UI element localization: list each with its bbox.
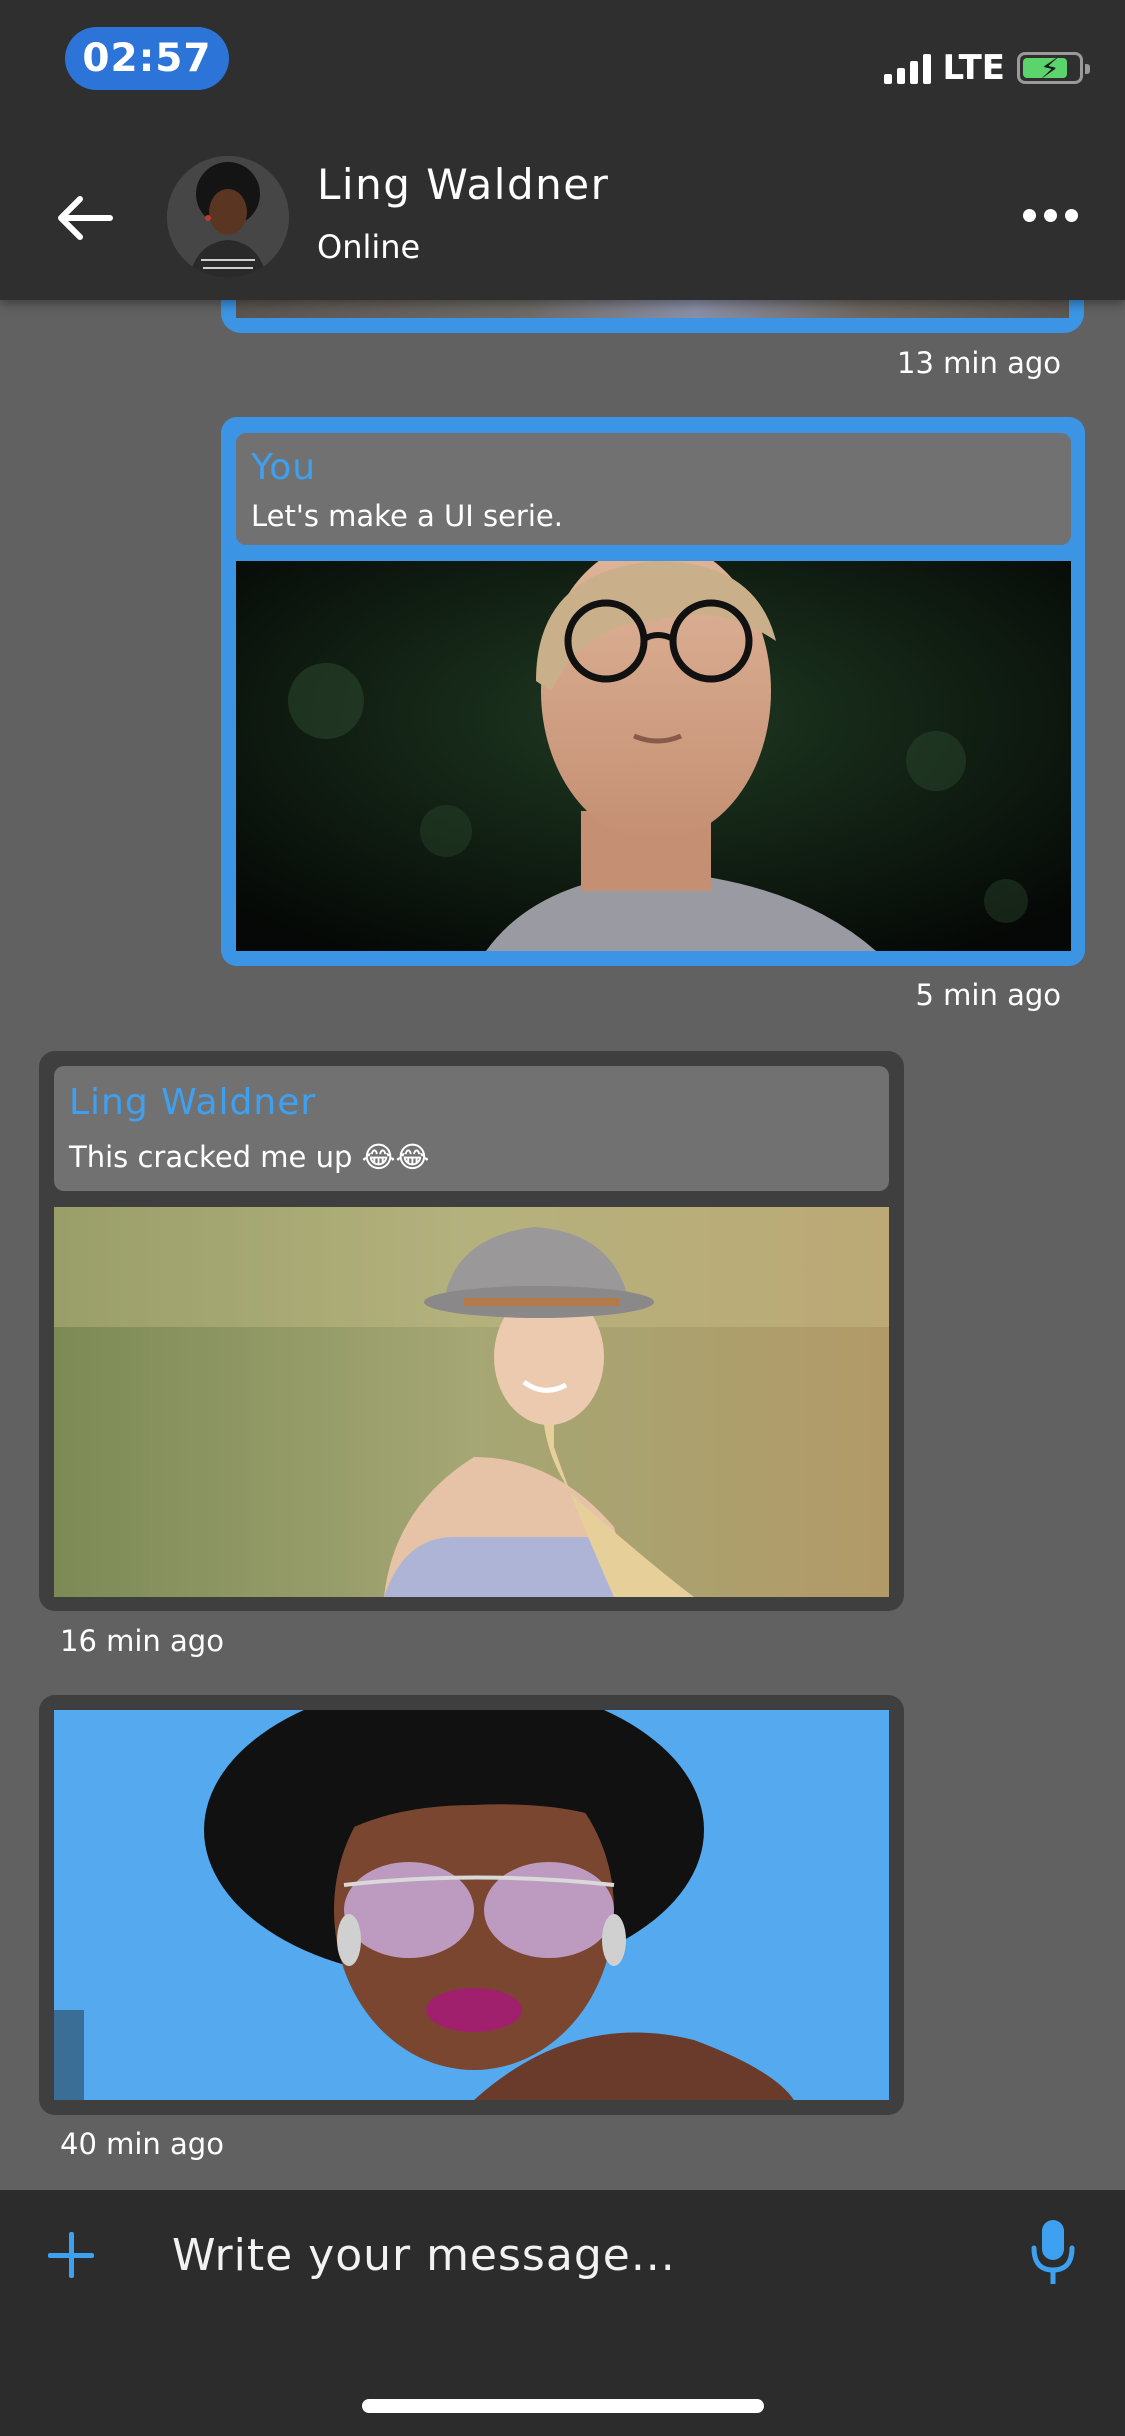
message-timestamp: 40 min ago (60, 2127, 224, 2161)
message-timestamp: 16 min ago (60, 1624, 224, 1658)
message-sender: You (251, 447, 317, 488)
message-input[interactable] (172, 2220, 992, 2290)
message-timestamp: 13 min ago (897, 346, 1061, 380)
message-bubble-sent[interactable]: You Let's make a UI serie. (221, 417, 1085, 966)
microphone-icon[interactable] (1030, 2220, 1076, 2286)
message-text: Let's make a UI serie. (251, 499, 563, 533)
message-bubble-received[interactable]: Ling Waldner This cracked me up 😂😂 (39, 1051, 904, 1611)
message-text-box: You Let's make a UI serie. (236, 433, 1071, 545)
message-text: This cracked me up 😂😂 (69, 1140, 430, 1174)
back-arrow-icon[interactable] (50, 183, 120, 253)
more-dots-icon[interactable] (1017, 200, 1083, 230)
message-photo[interactable] (54, 1207, 889, 1597)
status-icons: LTE ⚡ (883, 48, 1090, 88)
message-text-box: Ling Waldner This cracked me up 😂😂 (54, 1066, 889, 1191)
home-indicator[interactable] (362, 2399, 764, 2413)
message-sender: Ling Waldner (69, 1082, 317, 1123)
message-photo[interactable] (236, 300, 1069, 318)
signal-icon (883, 52, 931, 84)
status-time: 02:57 (65, 27, 229, 90)
message-photo[interactable] (54, 1710, 889, 2100)
plus-icon[interactable] (48, 2232, 96, 2280)
contact-status: Online (317, 228, 421, 266)
top-bar: 02:57 LTE ⚡ Ling Waldner Online (0, 0, 1125, 300)
message-bubble-received[interactable] (39, 1695, 904, 2115)
contact-avatar[interactable] (167, 156, 289, 278)
message-timestamp: 5 min ago (915, 978, 1062, 1012)
contact-name[interactable]: Ling Waldner (317, 160, 609, 209)
battery-icon: ⚡ (1017, 52, 1090, 85)
network-label: LTE (942, 48, 1005, 88)
message-photo[interactable] (236, 561, 1071, 951)
